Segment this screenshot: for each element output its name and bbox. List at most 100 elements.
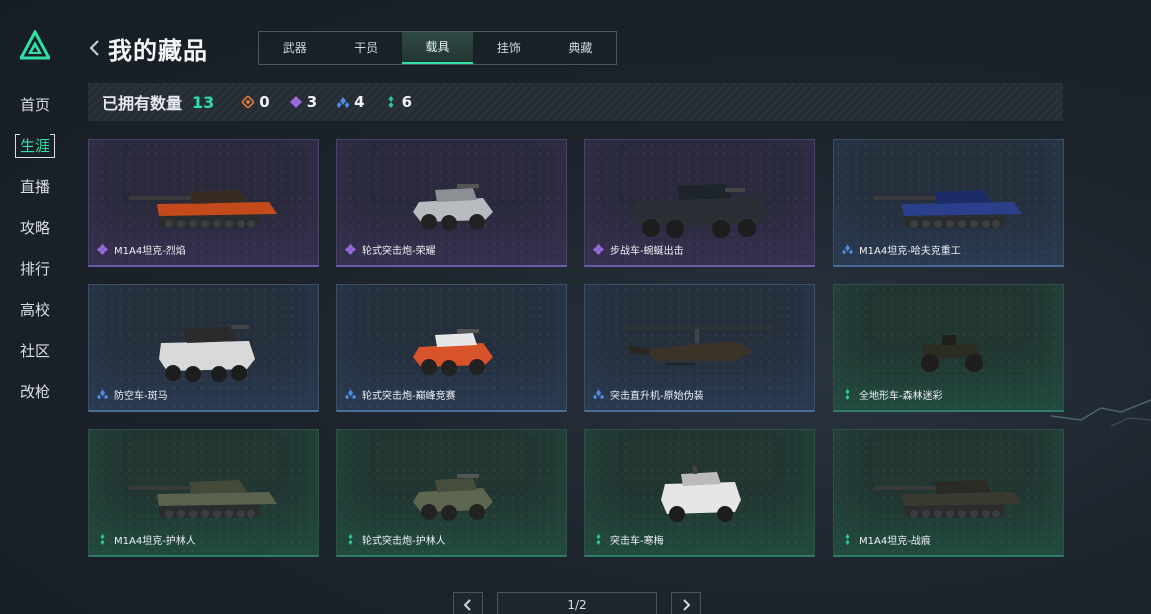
green-rarity-icon [845,389,850,400]
vehicle-name: 突击车-寒梅 [610,536,664,547]
vehicle-card[interactable]: M1A4坦克-哈夫克重工 [833,139,1064,267]
vehicle-card[interactable]: 轮式突击炮-荣耀 [336,139,567,267]
sidebar-item-label: 攻略 [19,219,50,237]
vehicle-name: M1A4坦克-烈焰 [114,246,186,257]
rarity-stat-value: 4 [354,93,365,111]
vehicle-card-caption: M1A4坦克-护林人 [97,532,196,547]
sidebar-item-live[interactable]: 直播 [0,172,70,213]
sidebar-item-label: 排行 [19,260,50,278]
vehicle-name: 突击直升机-原始伪装 [610,391,704,402]
page-header: 我的藏品 [88,30,208,66]
vehicle-name: M1A4坦克-哈夫克重工 [859,246,961,257]
sidebar-item-community[interactable]: 社区 [0,336,70,377]
vehicle-card-caption: 步战车-蜿蜒出击 [593,242,684,257]
tank-icon [129,480,277,518]
green-rarity-icon [100,534,105,545]
blue-rarity-icon [97,389,108,400]
prev-page-button[interactable] [453,592,483,614]
tab-operators[interactable]: 干员 [330,32,401,64]
purple-rarity-icon [289,96,302,108]
sidebar-item-home[interactable]: 首页 [0,90,70,131]
vehicle-card[interactable]: M1A4坦克-护林人 [88,429,319,557]
page-indicator: 1/2 [497,592,657,614]
ownership-summary: 已拥有数量 13 0 3 4 6 [88,83,1063,121]
rarity-stat-blue: 4 [337,93,365,111]
helicopter-icon [623,327,773,365]
green-rarity-icon [845,534,850,545]
armored-car-icon [413,474,493,521]
armored-car-icon [413,184,493,231]
vehicle-card-caption: 轮式突击炮-护林人 [345,532,446,547]
ifv-icon [633,184,769,238]
vehicle-card-caption: 全地形车-森林迷彩 [842,387,943,402]
sidebar-item-label: 生涯 [14,134,56,158]
orange-rarity-icon [242,96,255,108]
tab-collection[interactable]: 典藏 [545,32,616,64]
purple-rarity-icon [97,244,108,255]
owned-count-label: 已拥有数量 [102,94,183,113]
sidebar-item-university[interactable]: 高校 [0,295,70,336]
vehicle-card[interactable]: 步战车-蜿蜒出击 [584,139,815,267]
tab-weapons[interactable]: 武器 [259,32,330,64]
pagination: 1/2 [453,592,701,614]
vehicle-card-caption: 突击直升机-原始伪装 [593,387,704,402]
sidebar-nav: 首页 生涯 直播 攻略 排行 高校 社区 改枪 [0,90,70,418]
vehicle-card[interactable]: 轮式突击炮-巅峰竞赛 [336,284,567,412]
sidebar-item-gun-mod[interactable]: 改枪 [0,377,70,418]
green-rarity-icon [348,534,353,545]
vehicle-card[interactable]: 突击直升机-原始伪装 [584,284,815,412]
sidebar-item-guides[interactable]: 攻略 [0,213,70,254]
lightning-decoration [1050,399,1151,427]
app-logo-icon[interactable] [20,30,50,60]
page-title: 我的藏品 [108,36,208,65]
vehicle-name: 防空车-斑马 [114,391,168,402]
rarity-stat-purple: 3 [289,93,318,111]
vehicle-name: M1A4坦克-战痕 [859,536,931,547]
tank-icon [874,190,1022,228]
vehicle-card-caption: 轮式突击炮-巅峰竞赛 [345,387,456,402]
assault-vehicle-icon [661,466,741,522]
sidebar-item-label: 高校 [19,301,50,319]
vehicle-name: 轮式突击炮-护林人 [362,536,446,547]
vehicle-card-caption: 防空车-斑马 [97,387,168,402]
sidebar-item-label: 社区 [19,342,50,360]
green-rarity-icon [596,534,601,545]
vehicle-name: 轮式突击炮-巅峰竞赛 [362,391,456,402]
sidebar-item-rankings[interactable]: 排行 [0,254,70,295]
vehicle-card[interactable]: 轮式突击炮-护林人 [336,429,567,557]
purple-rarity-icon [345,244,356,255]
sidebar-item-label: 首页 [19,96,50,114]
chevron-left-icon [463,599,471,611]
vehicle-card-caption: M1A4坦克-战痕 [842,532,931,547]
rarity-stat-orange: 0 [242,93,270,111]
purple-rarity-icon [593,244,604,255]
blue-rarity-icon [337,97,350,108]
blue-rarity-icon [593,389,604,400]
tank-icon [129,190,277,228]
vehicle-card[interactable]: M1A4坦克-烈焰 [88,139,319,267]
anti-air-vehicle-icon [159,325,255,382]
vehicle-card-caption: 轮式突击炮-荣耀 [345,242,436,257]
green-rarity-icon [388,96,394,108]
atv-icon [921,335,983,372]
rarity-stat-value: 3 [306,93,318,111]
rarity-stat-value: 6 [401,93,413,111]
next-page-button[interactable] [671,592,701,614]
owned-count-value: 13 [192,92,215,112]
vehicle-name: 轮式突击炮-荣耀 [362,246,436,257]
vehicle-name: 全地形车-森林迷彩 [859,391,943,402]
tab-charms[interactable]: 挂饰 [473,32,544,64]
chevron-left-icon[interactable] [88,38,102,58]
vehicle-card-caption: M1A4坦克-烈焰 [97,242,186,257]
rarity-stat-green: 6 [385,93,412,111]
vehicle-card-caption: M1A4坦克-哈夫克重工 [842,242,961,257]
vehicle-card[interactable]: 突击车-寒梅 [584,429,815,557]
vehicle-card[interactable]: 防空车-斑马 [88,284,319,412]
tab-vehicles[interactable]: 载具 [401,32,474,64]
chevron-right-icon [683,599,691,611]
vehicle-name: 步战车-蜿蜒出击 [610,246,684,257]
armored-car-icon [413,329,493,376]
sidebar-item-label: 改枪 [19,383,50,401]
sidebar-item-career[interactable]: 生涯 [0,131,70,172]
sidebar-item-label: 直播 [19,178,50,196]
